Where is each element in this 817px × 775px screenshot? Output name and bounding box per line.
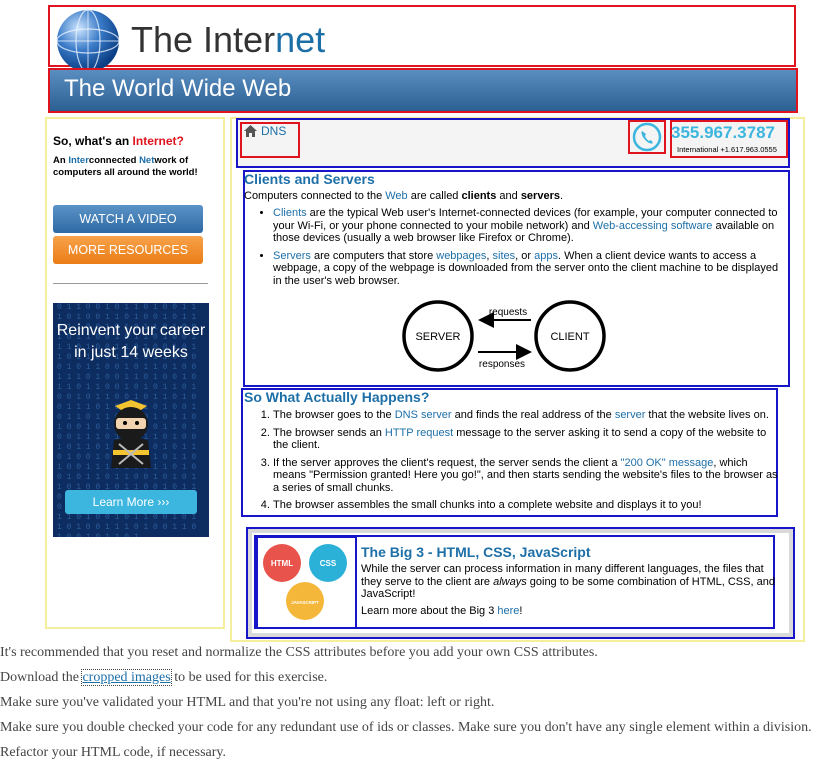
webpages-link[interactable]: webpages [436, 250, 486, 262]
watch-video-button[interactable]: WATCH A VIDEO [53, 205, 203, 233]
servers-link[interactable]: Servers [273, 250, 311, 262]
globe-icon [56, 9, 120, 73]
section-heading-big3: The Big 3 - HTML, CSS, JavaScript [361, 544, 591, 560]
instruction-line-3: Make sure you've validated your HTML and… [0, 695, 495, 710]
list-item: The browser sends an HTTP request messag… [273, 427, 779, 452]
200-ok-link[interactable]: "200 OK" message [621, 457, 714, 469]
sidebar-definition: An Interconnected Network of computers a… [53, 155, 198, 178]
instruction-line-1: It's recommended that you reset and norm… [0, 645, 598, 660]
big3-here-link[interactable]: here [497, 605, 519, 617]
server-link[interactable]: server [615, 409, 646, 421]
dns-server-link[interactable]: DNS server [395, 409, 452, 421]
ninja-icon [111, 400, 151, 468]
list-item: Clients are the typical Web user's Inter… [273, 207, 787, 245]
ad-banner[interactable]: 0 1 1 0 0 1 0 1 1 0 1 0 0 1 1 1 0 1 0 0 … [53, 303, 209, 537]
svg-text:JAVASCRIPT: JAVASCRIPT [291, 600, 319, 605]
clients-servers-intro: Computers connected to the Web are calle… [244, 190, 564, 202]
client-label: CLIENT [550, 331, 589, 343]
big3-paragraph: While the server can process information… [361, 563, 775, 600]
list-item: Servers are computers that store webpage… [273, 250, 787, 288]
cropped-images-link[interactable]: cropped images [81, 669, 172, 686]
sites-link[interactable]: sites [493, 250, 516, 262]
instruction-line-5: Refactor your HTML code, if necessary. [0, 745, 226, 760]
sidebar-question: So, what's an Internet? [53, 134, 184, 148]
learn-more-button[interactable]: Learn More ››› [65, 490, 197, 514]
home-icon[interactable] [244, 125, 257, 137]
web-accessing-software-link[interactable]: Web-accessing software [593, 220, 713, 232]
server-label: SERVER [415, 331, 460, 343]
section-heading-what-happens: So What Actually Happens? [244, 389, 430, 405]
http-request-link[interactable]: HTTP request [385, 427, 453, 439]
clients-servers-list: Clients are the typical Web user's Inter… [257, 207, 787, 292]
sidebar-divider [53, 283, 208, 284]
big3-learn-more: Learn more about the Big 3 here! [361, 605, 523, 617]
section-heading-clients-servers: Clients and Servers [244, 171, 375, 187]
svg-text:HTML: HTML [271, 559, 293, 568]
clients-link[interactable]: Clients [273, 207, 307, 219]
phone-number[interactable]: 355.967.3787 [671, 123, 775, 143]
web-link[interactable]: Web [385, 190, 407, 202]
responses-label: responses [479, 359, 525, 370]
svg-text:CSS: CSS [320, 559, 337, 568]
instruction-line-4: Make sure you double checked your code f… [0, 720, 812, 735]
apps-link[interactable]: apps [534, 250, 558, 262]
instruction-line-2: Download the cropped images to be used f… [0, 669, 328, 686]
more-resources-button[interactable]: MORE RESOURCES [53, 236, 203, 264]
page-title: The World Wide Web [64, 75, 292, 102]
international-phone: International +1.617.963.0555 [677, 145, 777, 154]
big3-badges-image: HTML CSS JAVASCRIPT [263, 544, 347, 620]
list-item: The browser assembles the small chunks i… [273, 499, 779, 512]
site-logo-text: The Internet [131, 19, 326, 60]
phone-icon[interactable] [632, 122, 662, 152]
client-server-diagram: SERVER CLIENT requests responses [402, 300, 606, 372]
what-happens-list: The browser goes to the DNS server and f… [257, 409, 779, 517]
breadcrumb-dns-link[interactable]: DNS [261, 124, 286, 138]
list-item: The browser goes to the DNS server and f… [273, 409, 779, 422]
requests-label: requests [489, 307, 527, 318]
ad-headline: Reinvent your career in just 14 weeks [56, 322, 206, 361]
list-item: If the server approves the client's requ… [273, 457, 779, 495]
